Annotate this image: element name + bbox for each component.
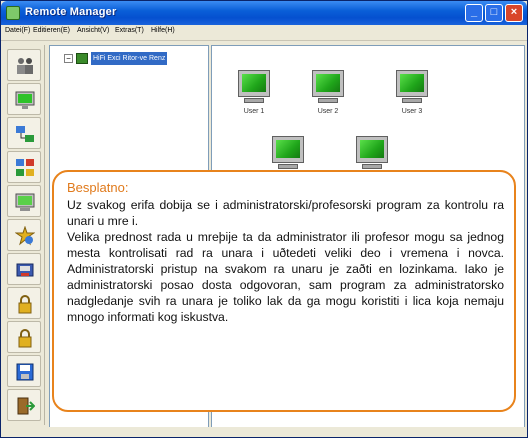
disk-button[interactable]	[7, 253, 41, 285]
network-button[interactable]	[7, 117, 41, 149]
info-callout: Besplatno: Uz svakog erifa dobija se i a…	[52, 170, 516, 412]
menu-tools[interactable]: Extras(T)	[115, 27, 144, 34]
lock-button[interactable]	[7, 287, 41, 319]
computer-label: User 3	[401, 108, 423, 115]
screen-button[interactable]	[7, 185, 41, 217]
left-toolbar	[3, 45, 45, 425]
users-button[interactable]	[7, 49, 41, 81]
settings-button[interactable]	[7, 219, 41, 251]
computer-label: User 1	[243, 108, 265, 115]
users-icon	[17, 58, 33, 74]
lock-icon	[18, 295, 32, 314]
maximize-button[interactable]: □	[485, 4, 503, 22]
menu-edit[interactable]: Editieren(E)	[33, 27, 70, 34]
monitor-icon	[15, 91, 35, 109]
app-icon	[6, 6, 20, 20]
network-icon	[16, 126, 34, 142]
tree-expander-icon[interactable]: −	[64, 54, 73, 63]
minimize-button[interactable]: _	[465, 4, 483, 22]
callout-body: Uz svakog erifa dobija se i administrato…	[67, 198, 504, 324]
computers-grid-button[interactable]	[7, 151, 41, 183]
computer-monitor-icon	[238, 70, 270, 97]
screen-green-icon	[15, 193, 35, 211]
computer-user-3[interactable]: User 3	[392, 70, 432, 118]
computer-monitor-icon	[396, 70, 428, 97]
close-button[interactable]: ×	[505, 4, 523, 22]
callout-heading: Besplatno:	[67, 180, 129, 195]
menu-bar: Datei(F) Editieren(E) Ansicht(V) Extras(…	[1, 25, 527, 41]
unlock-button[interactable]	[7, 321, 41, 353]
computer-user-2[interactable]: User 2	[308, 70, 348, 118]
status-bar	[1, 427, 527, 437]
computers-grid-icon	[16, 159, 34, 176]
star-settings-icon	[15, 226, 35, 246]
exit-icon	[17, 397, 35, 415]
network-group-icon	[76, 53, 88, 64]
save-button[interactable]	[7, 355, 41, 387]
save-icon	[16, 363, 34, 381]
menu-help[interactable]: Hilfe(H)	[151, 27, 175, 34]
tree-root-label[interactable]: HiFi Exci Ritor-ve Renz	[91, 52, 168, 65]
computer-label: User 2	[317, 108, 339, 115]
window-title: Remote Manager	[25, 6, 117, 18]
monitor-button[interactable]	[7, 83, 41, 115]
title-bar[interactable]: Remote Manager _ □ ×	[1, 1, 527, 25]
computer-monitor-icon	[272, 136, 304, 163]
lock-icon	[18, 329, 32, 348]
disk-icon	[16, 263, 34, 277]
menu-file[interactable]: Datei(F)	[5, 27, 30, 34]
computer-user-1[interactable]: User 1	[234, 70, 274, 118]
menu-view[interactable]: Ansicht(V)	[77, 27, 109, 34]
computer-monitor-icon	[356, 136, 388, 163]
computer-monitor-icon	[312, 70, 344, 97]
exit-button[interactable]	[7, 389, 41, 421]
